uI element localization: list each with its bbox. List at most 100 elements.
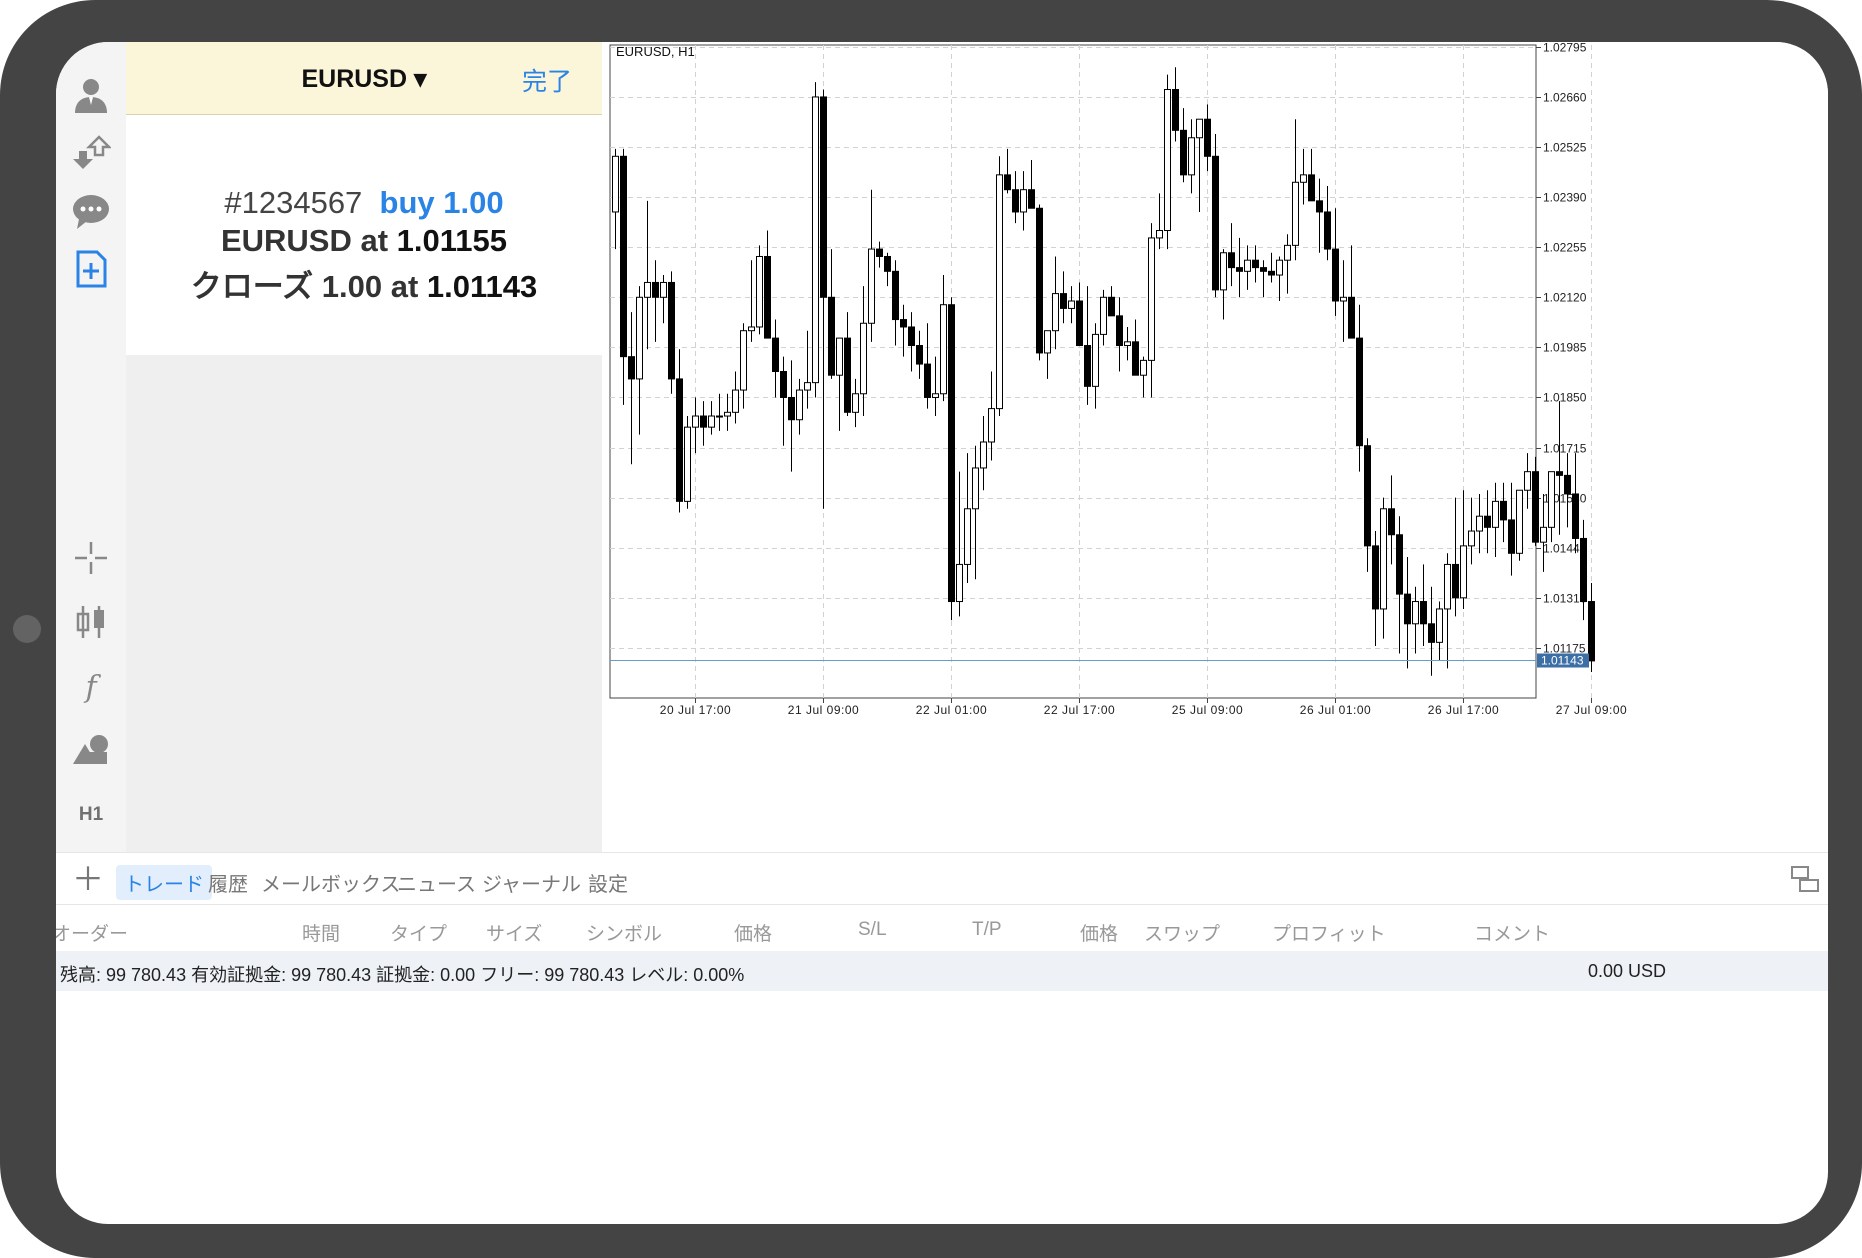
candle-body [892, 270, 899, 321]
candle-body [1460, 545, 1467, 599]
done-button[interactable]: 完了 [522, 62, 572, 98]
candlestick-icon[interactable] [68, 599, 114, 645]
candle-body [1380, 508, 1387, 610]
tab-journal[interactable]: ジャーナル [474, 865, 589, 900]
timeframe-label: H1 [78, 804, 104, 825]
x-tick-label: 21 Jul 09:00 [788, 703, 859, 717]
candle-body [700, 415, 707, 428]
candle-body [636, 296, 643, 380]
order-symbol-at: EURUSD at [220, 223, 397, 258]
candle-body [1420, 601, 1427, 625]
add-icon[interactable]: ＋ [72, 863, 104, 895]
candle-body [1532, 471, 1539, 543]
col-swap[interactable]: スワップ [1144, 919, 1220, 946]
balance-row: 残高: 99 780.43 有効証拠金: 99 780.43 証拠金: 0.00… [56, 951, 1828, 991]
candle-body [900, 319, 907, 328]
candle-body [820, 96, 827, 298]
x-tick-label: 25 Jul 09:00 [1172, 703, 1243, 717]
col-tp[interactable]: T/P [972, 919, 1002, 941]
x-tick-label: 20 Jul 17:00 [660, 703, 731, 717]
col-comment[interactable]: コメント [1474, 919, 1550, 946]
tab-trade[interactable]: トレード [116, 865, 212, 900]
svg-text:f: f [83, 670, 101, 705]
candle-body [924, 363, 931, 398]
tab-history[interactable]: 履歴 [200, 865, 256, 900]
candle-body [628, 356, 635, 380]
candle-body [708, 415, 715, 428]
col-profit[interactable]: プロフィット [1272, 919, 1386, 946]
col-sl[interactable]: S/L [858, 919, 887, 941]
indicator-icon[interactable]: f [68, 663, 114, 709]
tab-settings[interactable]: 設定 [580, 865, 636, 900]
candle-body [1028, 189, 1035, 209]
col-time[interactable]: 時間 [302, 919, 340, 946]
candle-body [1372, 545, 1379, 610]
col-size[interactable]: サイズ [486, 919, 542, 946]
col-symbol[interactable]: シンボル [586, 919, 662, 946]
candle-body [1324, 211, 1331, 250]
candle-body [1004, 174, 1011, 191]
candle-body [1180, 129, 1187, 176]
y-tick-label: 1.01985 [1543, 341, 1587, 355]
chat-icon[interactable] [68, 188, 114, 234]
chart-title: EURUSD, H1 [616, 44, 695, 59]
candle-body [692, 415, 699, 428]
candle-body [1156, 230, 1163, 239]
candle-body [1292, 181, 1299, 246]
candle-body [1068, 300, 1075, 309]
candle-body [1356, 337, 1363, 447]
timeframe-button[interactable]: H1 [68, 792, 114, 838]
candle-body [1220, 252, 1227, 291]
price-chart[interactable]: 1.02795 1.02660 1.02525 1.02390 1.02255 1.021… [602, 42, 1828, 852]
candle-body [876, 248, 883, 257]
candle-body [748, 326, 755, 332]
x-tick-label: 27 Jul 09:00 [1556, 703, 1627, 717]
order-line-3: クローズ 1.00 at 1.01143 [126, 261, 602, 306]
crosshair-icon[interactable] [68, 535, 114, 581]
chart-canvas[interactable]: 1.02795 1.02660 1.02525 1.02390 1.02255 1.021… [606, 42, 1828, 852]
order-type: buy 1.00 [379, 185, 504, 220]
candle-body [1260, 267, 1267, 272]
candle-body [1140, 359, 1147, 376]
candle-body [852, 393, 859, 413]
candle-body [1388, 508, 1395, 536]
tab-mailbox[interactable]: メールボックス [253, 865, 408, 900]
split-view-icon[interactable] [1790, 865, 1820, 898]
candle-body [1204, 118, 1211, 157]
col-order[interactable]: オーダー [56, 919, 128, 946]
candle-body [1044, 330, 1051, 354]
y-tick-label: 1.02795 [1543, 42, 1587, 55]
col-current-price[interactable]: 価格 [1080, 919, 1118, 946]
objects-icon[interactable] [68, 727, 114, 773]
candle-body [1452, 563, 1459, 599]
y-tick-label: 1.02660 [1543, 91, 1587, 105]
candle-body [1148, 237, 1155, 361]
candle-body [1492, 500, 1499, 528]
candle-body [1244, 259, 1251, 272]
tab-news[interactable]: ニュース [389, 865, 484, 900]
candle-body [788, 396, 795, 421]
candle-body [1396, 534, 1403, 595]
candle-body [716, 415, 723, 418]
order-result: #1234567 buy 1.00 EURUSD at 1.01155 クローズ… [126, 115, 602, 355]
y-tick-label: 1.02390 [1543, 191, 1587, 205]
order-line-2: EURUSD at 1.01155 [126, 223, 602, 259]
col-price[interactable]: 価格 [734, 919, 772, 946]
trade-transfer-icon[interactable] [68, 130, 114, 176]
candle-body [1284, 244, 1291, 261]
account-icon[interactable] [68, 72, 114, 118]
candle-body [940, 304, 947, 395]
col-type[interactable]: タイプ [390, 919, 447, 946]
candle-body [1036, 207, 1043, 354]
new-order-icon[interactable] [68, 246, 114, 292]
x-tick-label: 26 Jul 17:00 [1428, 703, 1499, 717]
candle-body [868, 248, 875, 324]
y-tick-label: 1.02120 [1543, 291, 1587, 305]
candle-body [1580, 537, 1587, 603]
candle-body [1108, 296, 1115, 317]
order-panel-header: EURUSD ▾ 完了 [126, 42, 602, 115]
candle-body [1092, 333, 1099, 387]
candle-body [764, 255, 771, 339]
current-price-label: 1.01143 [1541, 654, 1584, 668]
y-tick-label: 1.02525 [1543, 141, 1587, 155]
